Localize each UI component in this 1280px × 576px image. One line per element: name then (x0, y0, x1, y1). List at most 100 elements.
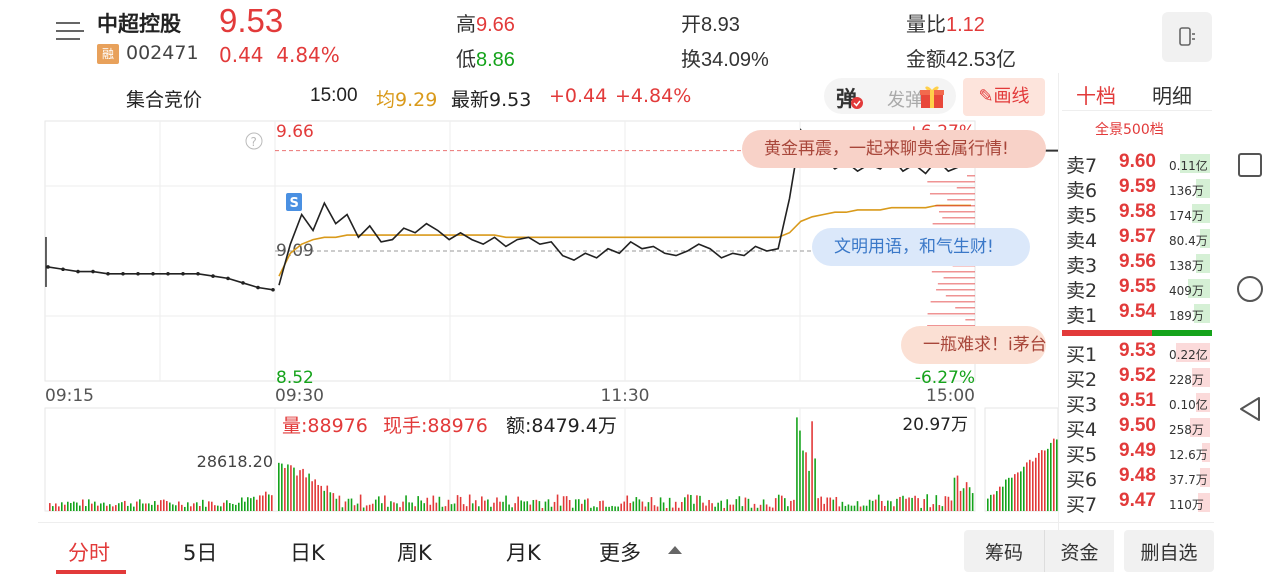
remove-watchlist-button[interactable]: 删自选 (1124, 530, 1214, 572)
back-icon[interactable] (1238, 396, 1262, 422)
full-500-levels-link[interactable]: 全景500档 (1095, 119, 1164, 139)
auction-volume-bar (133, 506, 135, 511)
side-volume-bar (987, 498, 989, 511)
auction-point (166, 272, 170, 276)
volume-bar (341, 507, 344, 511)
auction-point (211, 274, 215, 278)
home-icon[interactable] (1237, 276, 1263, 302)
auction-volume-bar (205, 506, 207, 511)
volume-bar (599, 501, 601, 511)
bid-level-row[interactable]: 买7 9.47 110万 (1066, 490, 1212, 516)
bid-level-row[interactable]: 买3 9.51 0.10亿 (1066, 390, 1212, 416)
volume-bar (935, 495, 938, 511)
volume-bar (720, 500, 722, 511)
ask-level-row[interactable]: 卖5 9.58 174万 (1066, 201, 1212, 227)
volume-bar (602, 500, 604, 511)
volume-bar (956, 475, 959, 511)
depth-bar (965, 319, 975, 321)
side-volume-bar (1008, 477, 1010, 511)
depth-bar (942, 217, 975, 219)
volume-bar (326, 485, 329, 511)
auction-label: 集合竞价 (126, 89, 203, 111)
auction-point (196, 272, 200, 276)
danmu-message: 黄金再震，一起来聊贵金属行情! (742, 130, 1046, 168)
tab-details[interactable]: 明细 (1152, 80, 1192, 109)
tab-weekly-k[interactable]: 周K (397, 537, 432, 567)
volume-bar (414, 506, 416, 511)
bid-level-row[interactable]: 买5 9.49 12.6万 (1066, 440, 1212, 466)
volume-bar (884, 505, 886, 511)
volume-bar (847, 504, 850, 511)
volume-bar (868, 499, 871, 511)
volume-bar (817, 498, 819, 511)
volume-bar (365, 505, 368, 511)
level-volume: 0.11亿 (1169, 159, 1208, 173)
gift-icon[interactable] (918, 82, 946, 110)
ask-level-row[interactable]: 卖1 9.54 189万 (1066, 301, 1212, 327)
bid-level-row[interactable]: 买4 9.50 258万 (1066, 415, 1212, 441)
volume-bar (281, 463, 283, 511)
info-time: 15:00 (310, 85, 358, 106)
volume-bar (623, 501, 626, 511)
volume-bar (808, 470, 810, 511)
auction-volume-bar (82, 499, 84, 511)
funds-button[interactable]: 资金 (1044, 530, 1114, 572)
volume-bar (729, 504, 732, 511)
ask-level-row[interactable]: 卖4 9.57 80.4万 (1066, 226, 1212, 252)
auction-volume-bar (94, 501, 96, 511)
ask-level-row[interactable]: 卖7 9.60 0.11亿 (1066, 151, 1212, 177)
volume-bar (862, 505, 865, 511)
auction-volume-label: 28618.20 (197, 452, 273, 471)
volume-bar (802, 450, 804, 511)
bid-level-row[interactable]: 买2 9.52 228万 (1066, 365, 1212, 391)
stock-name: 中超控股 (97, 12, 181, 36)
auction-point (106, 272, 110, 276)
side-volume-bar (1032, 461, 1034, 511)
volume-bar (374, 499, 377, 511)
volume-bar (511, 507, 513, 511)
volume-bar (287, 464, 289, 511)
depth-bar (967, 175, 975, 177)
tab-more[interactable]: 更多 (599, 537, 641, 567)
volume-bar (953, 477, 956, 511)
side-volume-bar (1002, 486, 1004, 511)
volume-bar (532, 500, 535, 511)
tab-monthly-k[interactable]: 月K (506, 537, 541, 567)
auction-volume-bar (58, 506, 60, 511)
volume-bar (456, 495, 459, 511)
bid-level-row[interactable]: 买1 9.53 0.22亿 (1066, 340, 1212, 366)
volume-bar (559, 505, 562, 511)
tab-intraday[interactable]: 分时 (68, 537, 110, 567)
intraday-chart[interactable]: ?9.669.098.52+6.27%0.00%-6.27%09:1509:30… (0, 115, 1060, 515)
ask-level-row[interactable]: 卖6 9.59 136万 (1066, 176, 1212, 202)
draw-line-button[interactable]: ✎画线 (963, 78, 1045, 116)
auction-volume-bar (190, 506, 192, 511)
volume-bar (871, 500, 874, 511)
volume-bar (417, 496, 419, 511)
menu-icon[interactable] (56, 22, 84, 46)
ask-level-row[interactable]: 卖3 9.56 138万 (1066, 251, 1212, 277)
volume-bar (302, 468, 304, 511)
volume-bar (320, 485, 323, 511)
recent-apps-icon[interactable] (1238, 153, 1262, 177)
volume-bar (381, 503, 383, 511)
volume-bar (750, 507, 753, 511)
volume-readout: 量:88976 (282, 415, 368, 437)
ask-level-row[interactable]: 卖2 9.55 409万 (1066, 276, 1212, 302)
price-axis-mid: 9.09 (276, 241, 314, 261)
auction-volume-bar (163, 499, 165, 511)
auction-point (121, 272, 125, 276)
bid-level-row[interactable]: 买6 9.48 37.7万 (1066, 465, 1212, 491)
pct-axis-bottom: -6.27% (915, 368, 975, 388)
level-volume: 409万 (1169, 284, 1204, 298)
landscape-toggle-button[interactable] (1162, 12, 1212, 62)
tab-5day[interactable]: 5日 (183, 537, 217, 567)
auction-volume-bar (55, 503, 57, 511)
chips-button[interactable]: 筹码 (964, 530, 1044, 572)
volume-bar (290, 465, 292, 511)
tab-ten-levels[interactable]: 十档 (1076, 80, 1116, 109)
tab-daily-k[interactable]: 日K (290, 537, 325, 567)
volume-bar (508, 504, 510, 511)
volume-bar (784, 498, 786, 511)
change-value: 0.44 (219, 43, 264, 67)
